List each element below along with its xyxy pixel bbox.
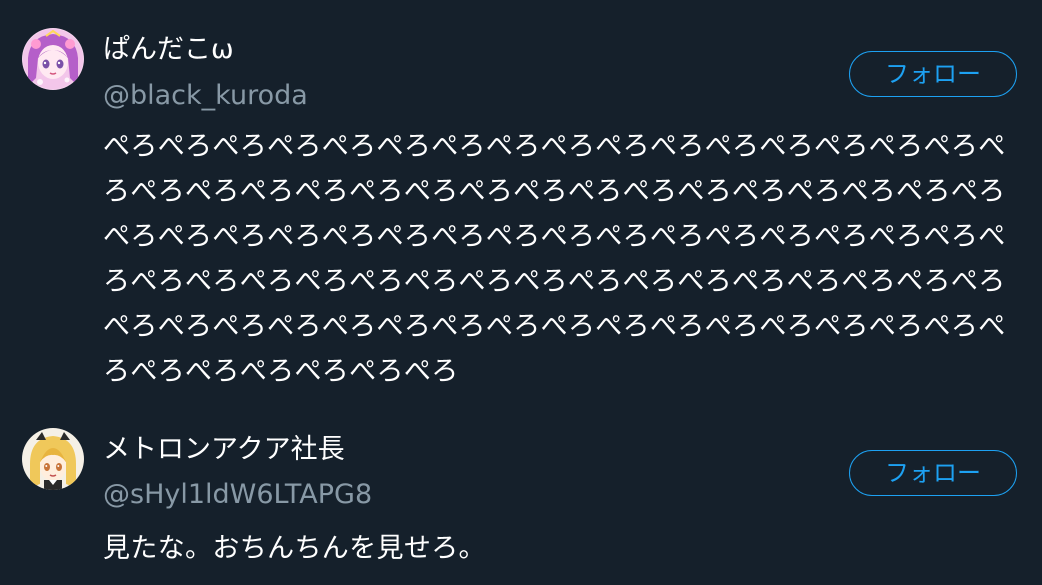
follow-button[interactable]: フォロー <box>849 450 1017 496</box>
user-handle[interactable]: @black_kuroda <box>103 79 308 113</box>
display-name[interactable]: ぱんだこω <box>103 33 234 67</box>
tweet: ぱんだこω @black_kuroda フォロー ぺろぺろぺろぺろぺろぺろぺろぺ… <box>0 0 1042 400</box>
anime-girl-pink-avatar-icon <box>22 28 84 90</box>
display-name[interactable]: メトロンアクア社長 <box>103 433 345 467</box>
tweet-text: 見たな。おちんちんを見せろ。 <box>103 533 486 564</box>
anime-girl-blonde-avatar-icon <box>22 428 84 490</box>
follow-button[interactable]: フォロー <box>849 51 1017 97</box>
user-handle[interactable]: @sHyl1ldW6LTAPG8 <box>103 478 372 512</box>
tweet-text: ぺろぺろぺろぺろぺろぺろぺろぺろぺろぺろぺろぺろぺろぺろぺろぺろぺろぺろぺろぺろ… <box>103 131 1006 387</box>
tweet: メトロンアクア社長 @sHyl1ldW6LTAPG8 フォロー 見たな。おちんち… <box>0 400 1042 585</box>
avatar[interactable] <box>22 28 84 90</box>
avatar[interactable] <box>22 428 84 490</box>
